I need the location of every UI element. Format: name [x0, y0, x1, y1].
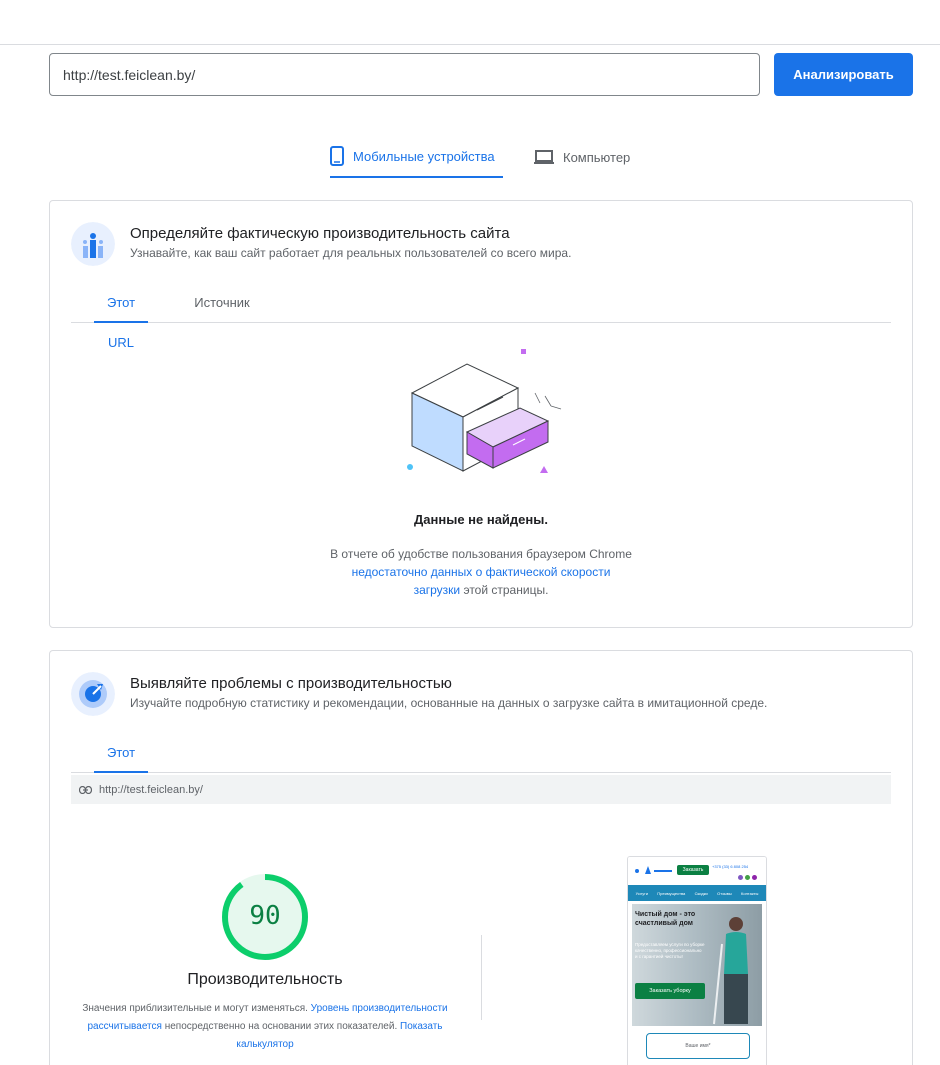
no-data-text-1: В отчете об удобстве пользования браузер… — [330, 547, 632, 561]
no-data-text: В отчете об удобстве пользования браузер… — [330, 545, 632, 599]
analyze-button[interactable]: Анализировать — [774, 53, 913, 96]
lab-data-card: Выявляйте проблемы с производительностью… — [49, 650, 913, 1065]
perf-desc-2: непосредственно на основании этих показа… — [161, 1021, 400, 1032]
tested-url-bar: http://test.feiclean.by/ — [71, 775, 891, 804]
site-nav-item: Скидки — [694, 890, 708, 896]
link-icon — [79, 785, 92, 794]
site-hero-title: Чистый дом - это счастливый дом — [635, 911, 696, 927]
tab-this-url[interactable]: Этот URL — [94, 283, 148, 350]
site-nav-item: Преимущества — [657, 890, 686, 896]
site-form: Ваше имя* — [632, 1026, 762, 1065]
performance-score: 90 — [249, 901, 281, 931]
smartphone-icon — [330, 146, 344, 166]
tab-mobile-label: Мобильные устройства — [353, 148, 495, 164]
site-cta-button: Заказать уборку — [635, 983, 705, 999]
empty-drawer-illustration — [407, 349, 562, 473]
tab-origin[interactable]: Источник — [189, 283, 255, 323]
site-order-button: Заказать — [677, 865, 709, 875]
field-data-subtitle: Узнавайте, как ваш сайт работает для реа… — [130, 246, 572, 260]
no-data-title: Данные не найдены. — [414, 512, 548, 527]
field-data-card: Определяйте фактическую производительнос… — [49, 200, 913, 628]
device-tabs: Мобильные устройства Компьютер — [0, 136, 940, 178]
tab-lab-this-url[interactable]: Этот URL — [94, 733, 148, 800]
compass-icon — [71, 672, 115, 716]
field-data-tabs: Этот URL Источник — [71, 283, 891, 350]
performance-description: Значения приблизительные и могут изменят… — [80, 1000, 450, 1054]
site-nav: Услуги Преимущества Скидки Отзывы Контак… — [628, 885, 766, 901]
site-logo — [634, 865, 674, 875]
site-nav-item: Контакты — [741, 890, 759, 896]
field-data-icon — [71, 222, 115, 266]
url-input[interactable] — [49, 53, 760, 96]
laptop-icon — [534, 150, 554, 164]
page-screenshot: Заказать +375 (33) 6 808 254 Услуги Преи… — [627, 856, 767, 1065]
vertical-divider — [481, 935, 482, 1020]
lab-data-tabs: Этот URL — [71, 733, 891, 800]
lab-data-title: Выявляйте проблемы с производительностью — [130, 675, 452, 692]
perf-desc-1: Значения приблизительные и могут изменят… — [82, 1003, 311, 1014]
no-data-text-2: этой страницы. — [460, 583, 549, 597]
site-hero-text: Предоставляем услуги по уборке качествен… — [635, 942, 705, 959]
site-phone: +375 (33) 6 808 254 — [712, 864, 749, 869]
performance-category-title: Производительность — [187, 971, 343, 988]
site-nav-item: Отзывы — [717, 890, 732, 896]
site-social-icons — [738, 875, 762, 880]
tested-url: http://test.feiclean.by/ — [99, 783, 203, 796]
tab-mobile[interactable]: Мобильные устройства — [330, 136, 503, 178]
tab-desktop[interactable]: Компьютер — [534, 136, 644, 178]
tab-desktop-label: Компьютер — [563, 149, 631, 165]
site-hero: Чистый дом - это счастливый дом Предоста… — [632, 904, 762, 1036]
header-divider — [0, 44, 940, 45]
cleaner-photo — [713, 917, 748, 1025]
site-nav-item: Услуги — [635, 890, 648, 896]
screenshot-header: Заказать +375 (33) 6 808 254 — [628, 857, 766, 883]
lab-data-subtitle: Изучайте подробную статистику и рекоменд… — [130, 696, 768, 710]
site-name-field: Ваше имя* — [646, 1033, 750, 1059]
field-data-title: Определяйте фактическую производительнос… — [130, 225, 510, 242]
